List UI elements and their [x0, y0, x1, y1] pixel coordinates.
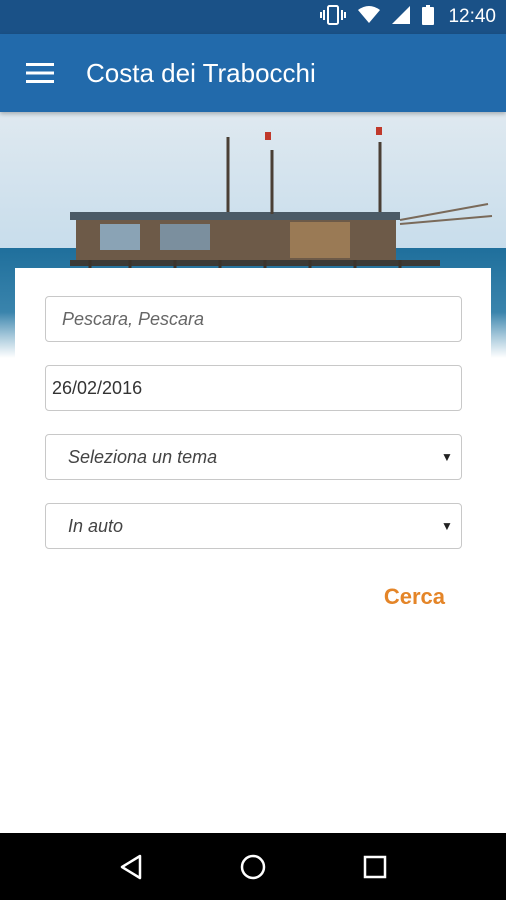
theme-select[interactable]: Seleziona un tema ▼	[45, 434, 462, 480]
status-time: 12:40	[448, 6, 496, 27]
date-input[interactable]	[46, 366, 461, 410]
app-bar: Costa dei Trabocchi	[0, 34, 506, 112]
recents-icon[interactable]	[355, 847, 395, 887]
date-field-container	[45, 365, 462, 411]
location-field-container	[45, 296, 462, 342]
transport-select-value: In auto	[68, 515, 124, 536]
theme-select-value: Seleziona un tema	[68, 446, 218, 467]
home-icon[interactable]	[233, 847, 273, 887]
app-title: Costa dei Trabocchi	[86, 57, 316, 88]
dropdown-arrow-icon: ▼	[441, 519, 453, 533]
search-form-card: Seleziona un tema ▼ In auto ▼ Cerca	[15, 268, 491, 833]
vibrate-icon	[320, 4, 347, 30]
status-bar: 12:40	[0, 0, 506, 34]
transport-select[interactable]: In auto ▼	[45, 503, 462, 549]
back-icon[interactable]	[111, 847, 151, 887]
dropdown-arrow-icon: ▼	[441, 450, 453, 464]
location-input[interactable]	[46, 297, 461, 341]
hamburger-menu-icon[interactable]	[0, 34, 80, 112]
search-button[interactable]: Cerca	[384, 584, 445, 610]
battery-icon	[422, 4, 435, 30]
signal-icon	[392, 5, 411, 29]
wifi-icon	[358, 5, 381, 29]
system-nav-bar	[0, 833, 506, 900]
